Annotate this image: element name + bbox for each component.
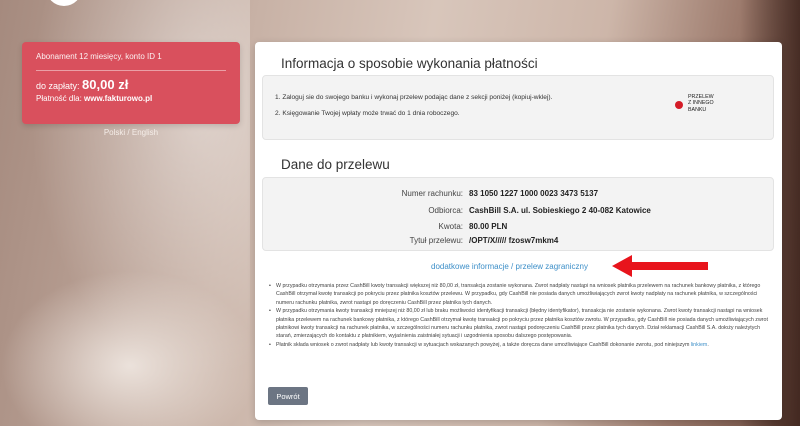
amount-label: do zapłaty:: [36, 81, 80, 91]
step-2: 2. Księgowanie Twojej wpłaty może trwać …: [275, 110, 460, 117]
notes-list: W przypadku otrzymania przez CashBill kw…: [269, 282, 775, 350]
payment-summary: Abonament 12 miesięcy, konto ID 1 do zap…: [22, 42, 240, 124]
info-title: Informacja o sposobie wykonania płatnośc…: [281, 56, 538, 71]
background-pillow: [0, 270, 260, 426]
note-item: W przypadku otrzymania kwoty transakcji …: [269, 307, 775, 340]
subscription-text: Abonament 12 miesięcy, konto ID 1: [36, 52, 162, 61]
transfer-title-label: Tytuł przelewu:: [409, 236, 463, 245]
payment-panel: Informacja o sposobie wykonania płatnośc…: [255, 42, 782, 420]
note-item: Płatnik składa wniosek o zwrot nadpłaty …: [269, 341, 775, 350]
account-number-label: Numer rachunku:: [401, 189, 463, 198]
payee-label: Płatność dla:: [36, 94, 82, 103]
note-text: Płatnik składa wniosek o zwrot nadpłaty …: [276, 342, 691, 349]
back-button[interactable]: Powrót: [268, 387, 308, 405]
recipient-value: CashBill S.A. ul. Sobieskiego 2 40-082 K…: [469, 206, 651, 215]
payment-method: PRZELEW Z INNEGO BANKU: [675, 94, 714, 113]
payee-row: Płatność dla: www.fakturowo.pl: [36, 94, 226, 103]
instruction-steps: 1. Zaloguj sie do swojego banku i wykona…: [275, 94, 552, 126]
payee-value: www.fakturowo.pl: [84, 94, 153, 103]
note-item: W przypadku otrzymania przez CashBill kw…: [269, 282, 775, 307]
transfer-amount-label: Kwota:: [438, 222, 463, 231]
method-label: PRZELEW Z INNEGO BANKU: [688, 94, 714, 113]
lang-english-link[interactable]: English: [132, 128, 158, 137]
transfer-amount-value: 80.00 PLN: [469, 222, 508, 231]
recipient-label: Odbiorca:: [428, 206, 463, 215]
info-card: 1. Zaloguj sie do swojego banku i wykona…: [262, 75, 774, 140]
method-label-line: Z INNEGO: [688, 100, 714, 107]
amount-value: 80,00 zł: [82, 77, 129, 92]
transfer-card: Numer rachunku: 83 1050 1227 1000 0023 3…: [262, 177, 774, 251]
summary-divider: [36, 70, 226, 71]
foreign-transfer-link[interactable]: dodatkowe informacje / przelew zagranicz…: [431, 262, 588, 271]
refund-link[interactable]: linkiem: [691, 342, 707, 348]
step-1: 1. Zaloguj sie do swojego banku i wykona…: [275, 94, 553, 101]
note-suffix: .: [707, 342, 709, 349]
language-switch: Polski / English: [22, 128, 240, 137]
method-label-line: BANKU: [688, 106, 707, 113]
transfer-title-value: /OPT/X///// fzosw7mkm4: [469, 236, 559, 245]
method-radio-icon: [675, 101, 683, 109]
lang-polish-link[interactable]: Polski: [104, 128, 125, 137]
arrow-left-icon: [612, 255, 708, 277]
lang-separator: /: [127, 128, 130, 137]
amount-row: do zapłaty: 80,00 zł: [36, 77, 226, 92]
transfer-title: Dane do przelewu: [281, 157, 390, 172]
account-number-value: 83 1050 1227 1000 0023 3473 5137: [469, 189, 599, 198]
